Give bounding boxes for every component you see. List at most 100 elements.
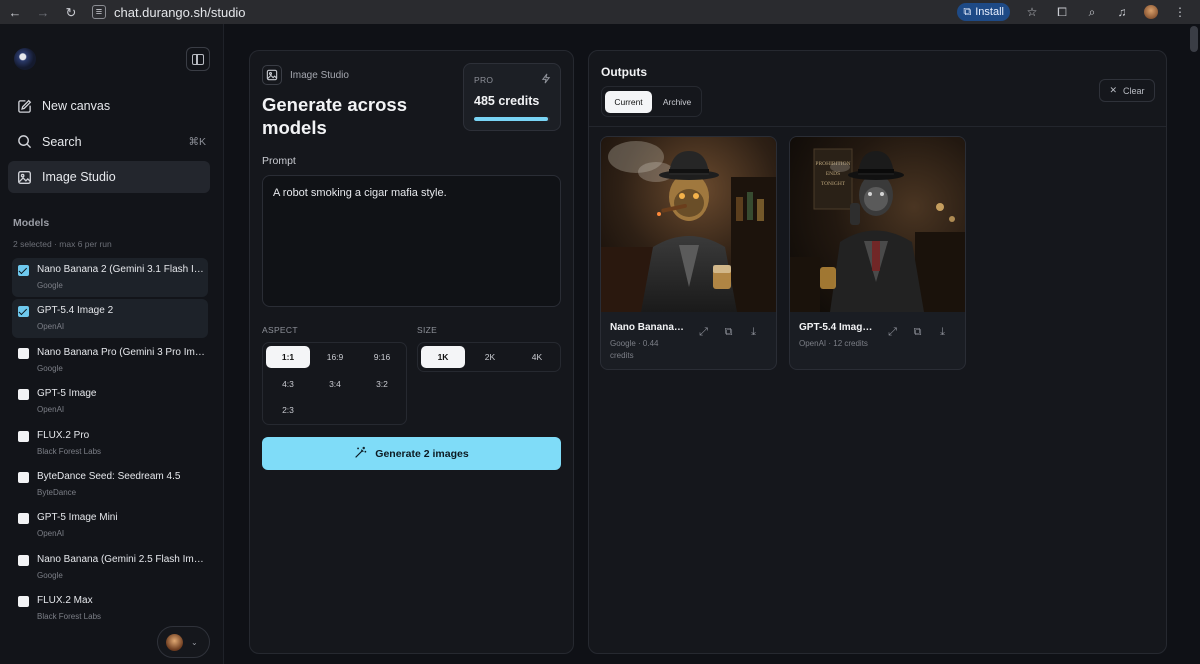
model-row[interactable]: Nano Banana Pro (Gemini 3 Pro Image) Goo… (12, 341, 208, 380)
profile-avatar[interactable] (1144, 5, 1158, 19)
aspect-label: ASPECT (262, 325, 298, 335)
expand-icon[interactable]: ⤢ (886, 326, 899, 339)
model-name: Nano Banana 2 (Gemini 3.1 Flash Image) (37, 264, 205, 275)
bolt-icon (541, 73, 551, 87)
size-selector: 1K 2K 4K (417, 342, 561, 372)
aspect-option-2-3[interactable]: 2:3 (266, 399, 310, 421)
aspect-option-3-2[interactable]: 3:2 (360, 373, 404, 395)
avatar (166, 633, 183, 651)
outputs-panel: Outputs Current Archive ✕ Clear Nano Ban… (588, 50, 1167, 654)
sidebar-item-label: Search (42, 134, 82, 149)
url-text[interactable]: chat.durango.sh/studio (114, 5, 246, 20)
model-name: GPT-5 Image Mini (37, 512, 118, 524)
search-icon (16, 134, 32, 150)
model-checkbox[interactable] (18, 389, 29, 401)
clear-button[interactable]: ✕ Clear (1099, 79, 1155, 102)
page-scrollbar[interactable] (1188, 24, 1200, 664)
model-row[interactable]: FLUX.2 Max Black Forest Labs (12, 589, 208, 628)
credits-progress (474, 117, 550, 121)
aspect-option-4-3[interactable]: 4:3 (266, 373, 310, 395)
sidebar-item-image-studio[interactable]: Image Studio (8, 161, 210, 193)
sidebar-item-label: New canvas (42, 99, 111, 113)
generate-label: Generate 2 images (375, 447, 469, 460)
collapse-sidebar-button[interactable] (186, 47, 210, 71)
install-button[interactable]: ⧉ Install (957, 3, 1010, 21)
sidebar-item-new-canvas[interactable]: New canvas (8, 90, 210, 122)
address-bar[interactable]: ≡ chat.durango.sh/studio (86, 1, 957, 23)
model-checkbox[interactable] (18, 347, 29, 359)
copy-icon[interactable]: ⧉ (722, 326, 735, 339)
poster-text-3: TONIGHT (821, 181, 846, 187)
model-row[interactable]: GPT-5 Image OpenAI (12, 382, 208, 421)
model-checkbox[interactable] (18, 596, 29, 608)
aspect-selector: 1:1 16:9 9:16 4:3 3:4 3:2 2:3 (262, 342, 407, 425)
model-row[interactable]: Nano Banana 2 (Gemini 3.1 Flash Image) G… (12, 258, 208, 297)
chevron-down-icon: ⌄ (191, 637, 198, 647)
sidebar-nav: New canvas Search ⌘K Image Studio (8, 90, 210, 197)
back-icon[interactable]: ← (8, 5, 22, 19)
model-checkbox[interactable] (18, 265, 29, 276)
prompt-input[interactable] (262, 175, 561, 307)
output-model-name: GPT-5.4 Image 2 (799, 322, 875, 333)
media-icon[interactable]: ♫ (1114, 4, 1130, 20)
user-menu-button[interactable]: ⌄ (157, 626, 210, 658)
model-row[interactable]: Nano Banana (Gemini 2.5 Flash Image) Goo… (12, 548, 208, 587)
extensions-icon[interactable]: ⧠ (1054, 4, 1070, 20)
model-row[interactable]: GPT-5.4 Image 2 OpenAI (12, 299, 208, 339)
copy-icon[interactable]: ⧉ (911, 326, 924, 339)
aspect-option-9-16[interactable]: 9:16 (360, 346, 404, 368)
reload-icon[interactable]: ↻ (64, 5, 78, 19)
expand-icon[interactable]: ⤢ (697, 326, 710, 339)
output-image[interactable]: PROHIBITION ENDS TONIGHT (790, 137, 965, 312)
aspect-option-16-9[interactable]: 16:9 (313, 346, 357, 368)
model-vendor: OpenAI (37, 405, 65, 415)
model-row[interactable]: GPT-5 Image Mini OpenAI (12, 506, 208, 545)
model-vendor: Google (37, 570, 63, 580)
aspect-option-1-1[interactable]: 1:1 (266, 346, 310, 368)
size-option-1k[interactable]: 1K (421, 346, 465, 368)
studio-badge: Image Studio (262, 65, 349, 85)
install-label: Install (975, 6, 1004, 18)
outputs-tabs: Current Archive (601, 86, 702, 117)
model-checkbox[interactable] (18, 306, 29, 318)
output-image[interactable] (601, 137, 776, 312)
model-checkbox[interactable] (18, 471, 29, 483)
model-name: GPT-5.4 Image 2 (37, 305, 114, 317)
output-card[interactable]: Nano Banana 2 (Gemini 3.1 Flash Image) G… (600, 136, 777, 370)
app-logo[interactable] (14, 48, 36, 70)
scrollbar-thumb[interactable] (1190, 26, 1198, 52)
model-vendor: Black Forest Labs (37, 612, 102, 622)
tab-current[interactable]: Current (605, 91, 652, 113)
model-vendor: Black Forest Labs (37, 446, 102, 456)
page-title: Generate across models (262, 94, 408, 138)
output-meta: OpenAI · 12 credits (799, 339, 868, 348)
sidebar: New canvas Search ⌘K Image Studio Models… (0, 24, 224, 664)
generate-button[interactable]: Generate 2 images (262, 437, 561, 470)
model-checkbox[interactable] (18, 513, 29, 525)
model-row[interactable]: FLUX.2 Pro Black Forest Labs (12, 424, 208, 463)
forward-icon[interactable]: → (36, 5, 50, 19)
model-vendor: OpenAI (37, 529, 65, 539)
browser-nav: ← → ↻ (0, 5, 86, 19)
size-option-2k[interactable]: 2K (468, 346, 512, 368)
models-heading: Models (13, 217, 50, 229)
aspect-option-3-4[interactable]: 3:4 (313, 373, 357, 395)
more-menu-icon[interactable]: ⋮ (1172, 4, 1188, 20)
size-option-4k[interactable]: 4K (515, 346, 559, 368)
sidebar-item-search[interactable]: Search ⌘K (8, 126, 210, 158)
bookmark-star-icon[interactable]: ☆ (1024, 4, 1040, 20)
download-icon[interactable]: ⤓ (747, 326, 760, 339)
lens-icon[interactable]: ⌕ (1084, 4, 1100, 20)
image-icon (16, 169, 32, 185)
output-card[interactable]: PROHIBITION ENDS TONIGHT GPT-5.4 Image 2… (789, 136, 966, 370)
browser-toolbar: ← → ↻ ≡ chat.durango.sh/studio ⧉ Install … (0, 0, 1200, 24)
download-icon[interactable]: ⤓ (936, 326, 949, 339)
output-actions: ⤢ ⧉ ⤓ (886, 326, 949, 339)
site-info-icon[interactable]: ≡ (92, 5, 106, 19)
model-row[interactable]: ByteDance Seed: Seedream 4.5 ByteDance (12, 465, 208, 504)
model-checkbox[interactable] (18, 430, 29, 442)
tab-archive[interactable]: Archive (654, 91, 700, 113)
model-checkbox[interactable] (18, 554, 29, 566)
search-shortcut: ⌘K (188, 135, 206, 148)
studio-panel: Image Studio Generate across models PRO … (249, 50, 574, 654)
